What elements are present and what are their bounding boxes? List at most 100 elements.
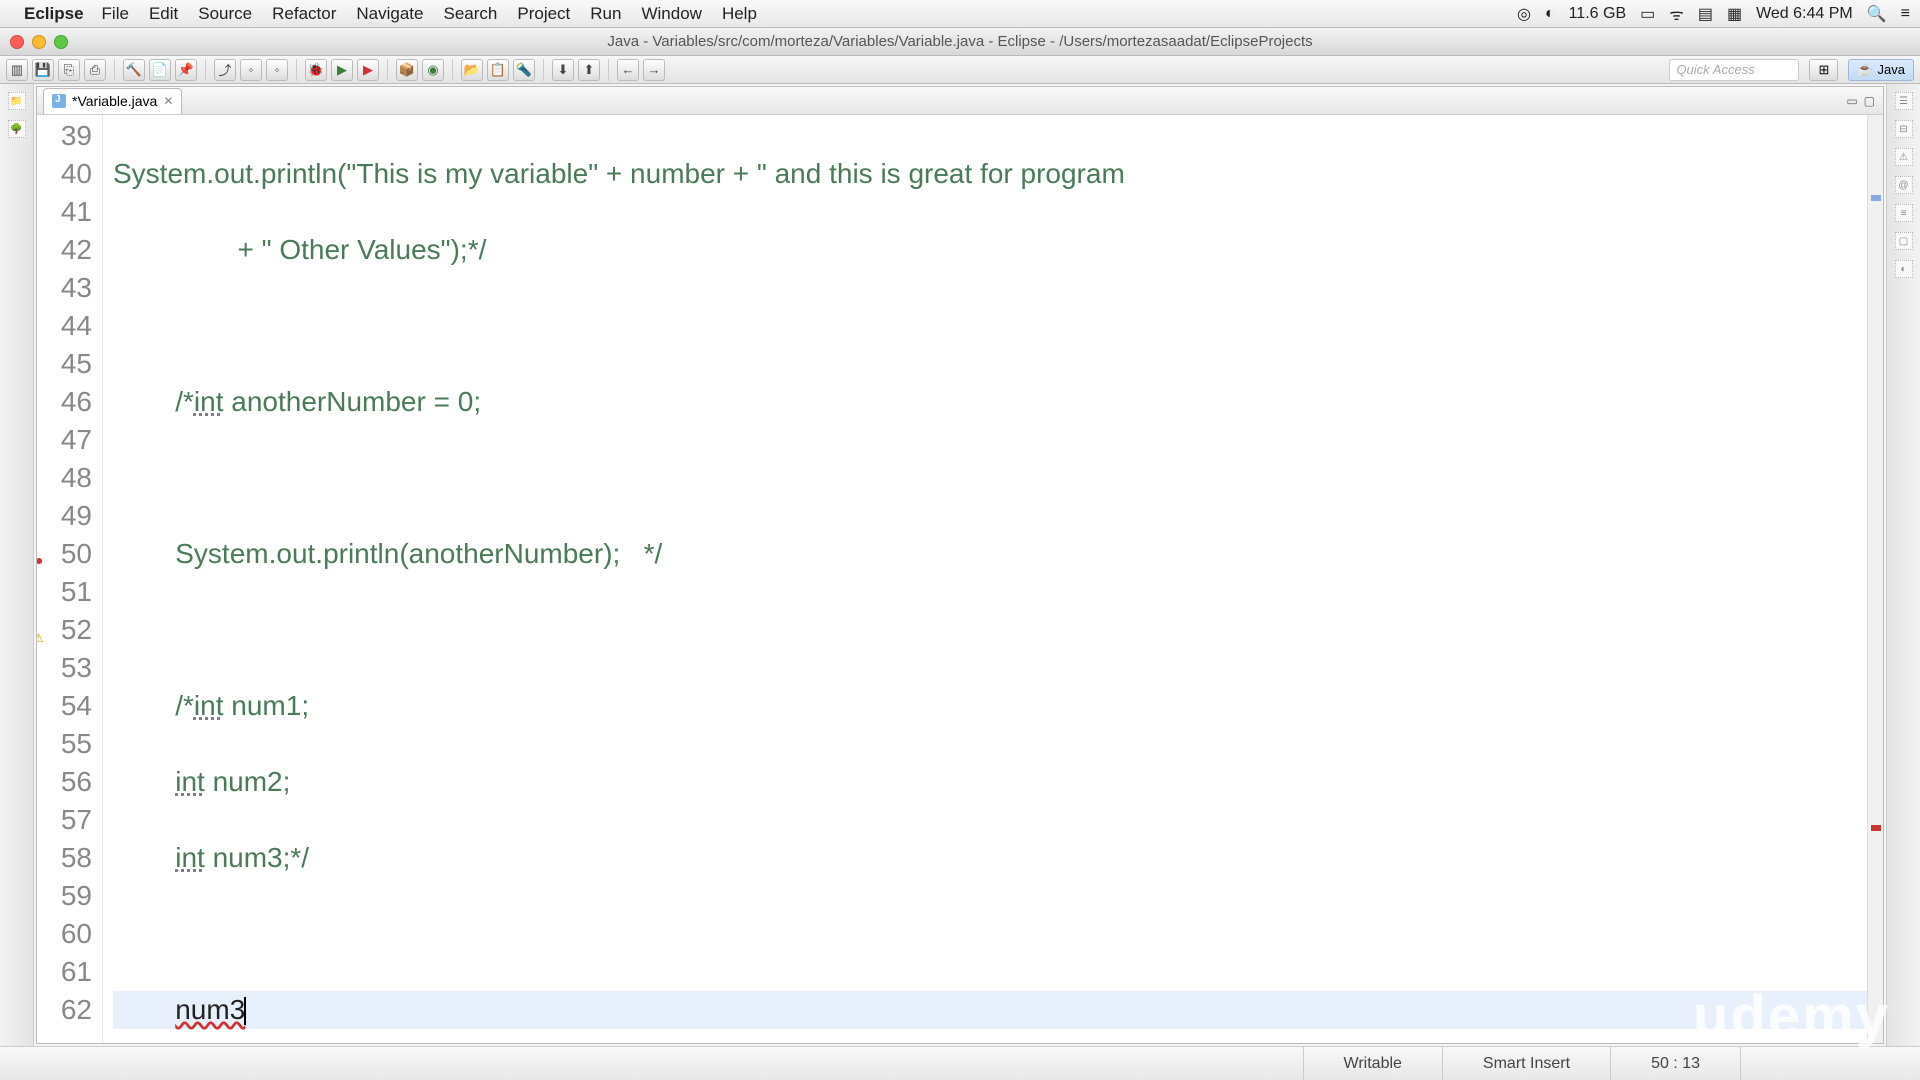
line-num: 44 — [37, 307, 92, 345]
window-zoom-button[interactable] — [54, 35, 68, 49]
line-num: 47 — [37, 421, 92, 459]
prev-annotation-button[interactable]: ⬆ — [578, 59, 600, 81]
code-indent — [113, 994, 175, 1025]
debug-button[interactable]: 🐞 — [305, 59, 327, 81]
spotlight-icon[interactable]: 🔍 — [1867, 4, 1887, 24]
menu-source[interactable]: Source — [198, 4, 252, 24]
editor-body[interactable]: 39 40 41 42 43 44 45 46 47 48 49 50 51 5… — [37, 115, 1883, 1043]
wifi-icon[interactable]: ᯤ — [1669, 3, 1684, 25]
build-button[interactable]: 🔨 — [123, 59, 145, 81]
line-num: 46 — [37, 383, 92, 421]
editor-tabs: *Variable.java ✕ ▭ ▢ — [37, 87, 1883, 115]
line-num: 42 — [37, 231, 92, 269]
text-cursor — [244, 997, 246, 1025]
minimize-view-icon[interactable]: ▭ — [1846, 94, 1857, 108]
save-button[interactable]: 💾 — [32, 59, 54, 81]
menu-project[interactable]: Project — [517, 4, 570, 24]
declaration-icon[interactable]: ≡ — [1895, 204, 1913, 222]
line-num: 51 — [37, 573, 92, 611]
line-num: 56 — [37, 763, 92, 801]
status-writable: Writable — [1303, 1047, 1442, 1080]
quick-access-input[interactable]: Quick Access — [1669, 59, 1799, 81]
javadoc-icon[interactable]: @ — [1895, 176, 1913, 194]
new-package-button[interactable]: 📦 — [396, 59, 418, 81]
app-name[interactable]: Eclipse — [24, 4, 84, 24]
pin-button[interactable]: 📌 — [175, 59, 197, 81]
line-num: 61 — [37, 953, 92, 991]
print-button[interactable]: ⎙ — [84, 59, 106, 81]
close-tab-icon[interactable]: ✕ — [163, 94, 173, 108]
memory-text: 11.6 GB — [1569, 5, 1627, 23]
left-trim: 📁 🌳 — [0, 84, 34, 1046]
line-num: 54 — [37, 687, 92, 725]
editor-tab-variable[interactable]: *Variable.java ✕ — [43, 88, 182, 114]
back-button[interactable]: ← — [617, 59, 639, 81]
menu-run[interactable]: Run — [590, 4, 621, 24]
open-task-button[interactable]: 📋 — [487, 59, 509, 81]
menu-refactor[interactable]: Refactor — [272, 4, 336, 24]
menu-edit[interactable]: Edit — [149, 4, 178, 24]
editor-area: *Variable.java ✕ ▭ ▢ 39 40 41 42 43 44 4… — [36, 86, 1884, 1044]
code-indent — [113, 842, 175, 873]
problems-icon[interactable]: ⚠ — [1895, 148, 1913, 166]
power-icon[interactable]: ▦ — [1727, 4, 1742, 24]
breakpoint-button[interactable]: ◦ — [240, 59, 262, 81]
menu-help[interactable]: Help — [722, 4, 757, 24]
run-button[interactable]: ▶ — [331, 59, 353, 81]
clock-text[interactable]: Wed 6:44 PM — [1756, 5, 1853, 23]
outline-icon[interactable]: ⊟ — [1895, 120, 1913, 138]
flag-icon[interactable]: ▤ — [1698, 4, 1713, 24]
open-type-button[interactable]: 📂 — [461, 59, 483, 81]
maximize-view-icon[interactable]: ▢ — [1864, 94, 1875, 108]
java-perspective-button[interactable]: ☕ Java — [1848, 59, 1914, 81]
progress-icon[interactable]: ◐ — [1895, 260, 1913, 278]
task-list-icon[interactable]: ☰ — [1895, 92, 1913, 110]
code-indent — [113, 386, 175, 417]
next-annotation-button[interactable]: ⬇ — [552, 59, 574, 81]
console-icon[interactable]: ▢ — [1895, 232, 1913, 250]
menu-navigate[interactable]: Navigate — [356, 4, 423, 24]
line-num: 39 — [37, 117, 92, 155]
forward-button[interactable]: → — [643, 59, 665, 81]
line-num: 60 — [37, 915, 92, 953]
window-titlebar: Java - Variables/src/com/morteza/Variabl… — [0, 28, 1920, 56]
menu-file[interactable]: File — [102, 4, 129, 24]
code-text-error: num3 — [175, 994, 245, 1025]
menu-window[interactable]: Window — [641, 4, 701, 24]
new-button[interactable]: ▥ — [6, 59, 28, 81]
code-indent — [113, 766, 175, 797]
line-num-error: 50 — [37, 535, 92, 573]
overview-ruler[interactable] — [1867, 115, 1883, 1043]
coverage-button[interactable]: ▶ — [357, 59, 379, 81]
line-num: 49 — [37, 497, 92, 535]
menu-search[interactable]: Search — [443, 4, 497, 24]
java-file-icon — [52, 94, 66, 108]
menu-icon[interactable]: ≡ — [1901, 5, 1910, 23]
skip-button[interactable]: ⤴ — [214, 59, 236, 81]
open-perspective-button[interactable]: ⊞ — [1809, 59, 1838, 81]
toggle-breadcrumb-button[interactable]: 📄 — [149, 59, 171, 81]
line-num-warn: 52 — [37, 611, 92, 649]
ruler-mark[interactable] — [1871, 195, 1881, 201]
breakpoint2-button[interactable]: ◦ — [266, 59, 288, 81]
notifications-icon[interactable]: ◎ — [1517, 4, 1531, 24]
code-area[interactable]: System.out.println("This is my variable"… — [103, 115, 1867, 1043]
battery-icon[interactable]: ▭ — [1640, 4, 1655, 24]
java-perspective-label: Java — [1878, 62, 1905, 77]
search-button[interactable]: 🔦 — [513, 59, 535, 81]
status-bar: Writable Smart Insert 50 : 13 — [0, 1046, 1920, 1080]
line-num: 57 — [37, 801, 92, 839]
status-position: 50 : 13 — [1610, 1047, 1740, 1080]
ruler-error-mark[interactable] — [1871, 825, 1881, 831]
status-insert: Smart Insert — [1442, 1047, 1610, 1080]
new-class-button[interactable]: ◉ — [422, 59, 444, 81]
window-close-button[interactable] — [10, 35, 24, 49]
code-indent — [113, 538, 175, 569]
type-hierarchy-icon[interactable]: 🌳 — [8, 120, 26, 138]
line-num: 45 — [37, 345, 92, 383]
package-explorer-icon[interactable]: 📁 — [8, 92, 26, 110]
window-minimize-button[interactable] — [32, 35, 46, 49]
tab-title: *Variable.java — [72, 93, 157, 109]
save-all-button[interactable]: ⎘ — [58, 59, 80, 81]
line-num: 62 — [37, 991, 92, 1029]
